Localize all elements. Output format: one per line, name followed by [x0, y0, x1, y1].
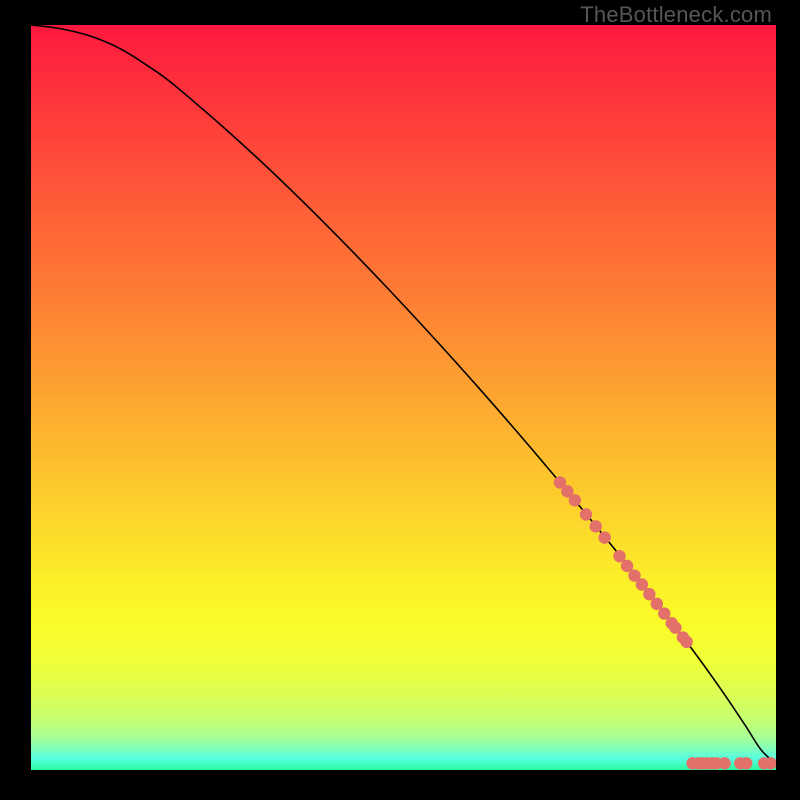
plot-area — [31, 25, 776, 770]
data-point — [598, 531, 610, 543]
data-point — [590, 520, 602, 532]
data-point — [718, 757, 730, 769]
data-point — [569, 494, 581, 506]
chart-frame: TheBottleneck.com — [0, 0, 800, 800]
data-point — [740, 757, 752, 769]
data-point — [680, 636, 692, 648]
background-gradient — [31, 25, 776, 770]
data-point — [580, 508, 592, 520]
chart-canvas — [31, 25, 776, 770]
